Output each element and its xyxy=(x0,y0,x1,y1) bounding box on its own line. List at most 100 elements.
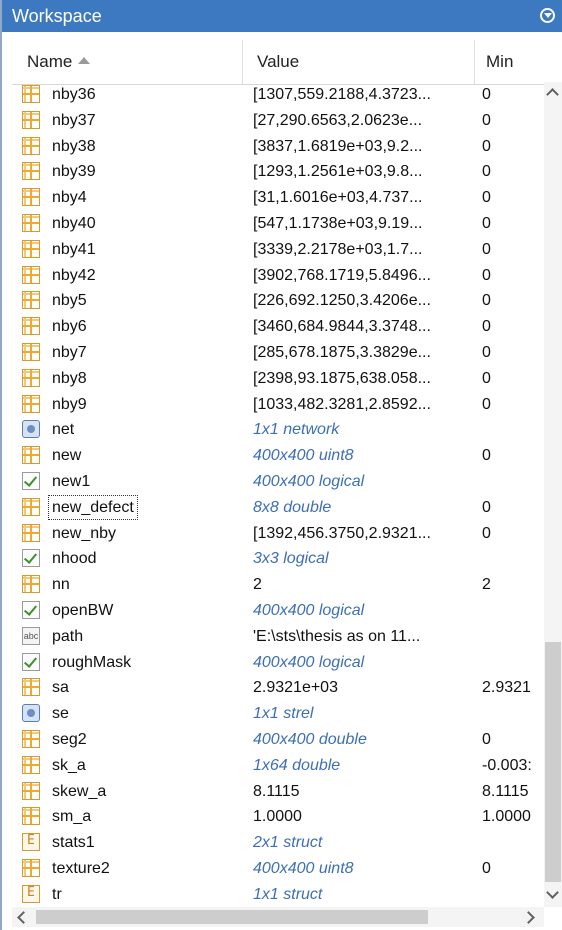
variable-name: nby6 xyxy=(52,318,87,336)
variable-row[interactable]: new_nby [1392,456.3750,2.9321... 0 xyxy=(12,521,544,547)
variable-min: 0 xyxy=(482,189,491,207)
matrix-icon xyxy=(22,214,40,232)
variable-list: nby36 [1307,559.2188,4.3723... 0 nby37 [27,2… xyxy=(12,82,544,907)
variable-row[interactable]: nn 2 2 xyxy=(12,572,544,598)
variable-min: 0 xyxy=(482,498,491,516)
variable-name: nby38 xyxy=(52,137,96,155)
matrix-icon xyxy=(22,575,40,594)
matrix-icon xyxy=(22,110,40,129)
chevron-down-circle-icon[interactable] xyxy=(540,8,555,23)
variable-row[interactable]: nby7 [285,678.1875,3.3829e... 0 xyxy=(12,340,544,366)
char-icon: abc xyxy=(22,626,40,645)
variable-value: 400x400 logical xyxy=(253,473,365,490)
variable-name: new_nby xyxy=(52,524,117,542)
variable-name: nby4 xyxy=(52,189,87,207)
variable-row[interactable]: stats1 2x1 struct xyxy=(12,830,544,856)
horizontal-scrollbar[interactable] xyxy=(12,907,544,927)
vertical-scrollbar[interactable] xyxy=(544,82,562,907)
variable-min: 0 xyxy=(482,292,491,310)
variable-row[interactable]: nby40 [547,1.1738e+03,9.19... 0 xyxy=(12,211,544,237)
variable-row[interactable]: openBW 400x400 logical xyxy=(12,598,544,624)
variable-row[interactable]: net 1x1 network xyxy=(12,417,544,443)
variable-row[interactable]: texture2 400x400 uint8 0 xyxy=(12,856,544,882)
variable-row[interactable]: se 1x1 strel xyxy=(12,701,544,727)
logical-icon xyxy=(22,652,40,671)
variable-value: 400x400 uint8 xyxy=(253,860,354,877)
panel-title: Workspace xyxy=(12,6,102,26)
matrix-icon xyxy=(22,343,40,361)
variable-row[interactable]: nby41 [3339,2.2178e+03,1.7... 0 xyxy=(12,237,544,263)
column-header-value[interactable]: Value xyxy=(243,40,475,84)
scroll-right-arrow-icon[interactable] xyxy=(522,911,535,924)
variable-value: [547,1.1738e+03,9.19... xyxy=(253,215,423,232)
vertical-scroll-thumb[interactable] xyxy=(545,642,561,882)
variable-value: 2 xyxy=(253,576,262,594)
variable-row[interactable]: nby6 [3460,684.9844,3.3748... 0 xyxy=(12,314,544,340)
matrix-icon xyxy=(22,446,40,465)
variable-value: 400x400 logical xyxy=(253,653,365,671)
column-header-value-label: Value xyxy=(257,52,300,71)
scroll-up-arrow-icon[interactable] xyxy=(546,88,559,101)
variable-row[interactable]: seg2 400x400 double 0 xyxy=(12,727,544,753)
matrix-icon xyxy=(22,730,40,748)
variable-min: -0.003: xyxy=(482,756,532,774)
variable-row[interactable]: nby9 [1033,482.3281,2.8592... 0 xyxy=(12,392,544,418)
matrix-icon xyxy=(22,523,40,542)
variable-value: [1033,482.3281,2.8592... xyxy=(253,395,431,413)
variable-min: 0 xyxy=(482,344,491,361)
variable-row[interactable]: new 400x400 uint8 0 xyxy=(12,443,544,469)
variable-value: 3x3 logical xyxy=(253,550,329,568)
column-header-min[interactable]: Min xyxy=(475,40,554,84)
matrix-icon xyxy=(22,394,40,413)
variable-name: sk_a xyxy=(52,756,86,774)
scroll-left-arrow-icon[interactable] xyxy=(17,911,30,924)
variable-row[interactable]: abc path 'E:\sts\thesis as on 11... xyxy=(12,624,544,650)
variable-row[interactable]: sm_a 1.0000 1.0000 xyxy=(12,804,544,830)
variable-row[interactable]: nby36 [1307,559.2188,4.3723... 0 xyxy=(12,82,544,108)
variable-min: 2.9321 xyxy=(482,679,531,697)
variable-row[interactable]: skew_a 8.1115 8.1115 xyxy=(12,779,544,805)
horizontal-scroll-thumb[interactable] xyxy=(36,910,428,924)
variable-name: nby42 xyxy=(52,266,96,284)
variable-row[interactable]: nby38 [3837,1.6819e+03,9.2... 0 xyxy=(12,134,544,160)
variable-row[interactable]: nby5 [226,692.1250,3.4206e... 0 xyxy=(12,288,544,314)
variable-value: [226,692.1250,3.4206e... xyxy=(253,292,431,310)
variable-min: 8.1115 xyxy=(482,782,529,800)
matrix-icon xyxy=(22,239,40,258)
variable-row[interactable]: nhood 3x3 logical xyxy=(12,546,544,572)
variable-row[interactable]: nby4 [31,1.6016e+03,4.737... 0 xyxy=(12,185,544,211)
matrix-icon xyxy=(22,678,40,697)
variable-min: 0 xyxy=(482,524,491,542)
variable-row[interactable]: sa 2.9321e+03 2.9321 xyxy=(12,675,544,701)
variable-value: [1392,456.3750,2.9321... xyxy=(253,524,431,542)
variable-value: 2x1 struct xyxy=(253,834,323,852)
variable-name: nby41 xyxy=(52,240,96,258)
matrix-icon xyxy=(22,136,40,155)
column-header: Name Value Min xyxy=(12,40,554,85)
variable-min: 0 xyxy=(482,731,491,748)
column-header-name[interactable]: Name xyxy=(12,40,243,84)
variable-value: [27,290.6563,2.0623e... xyxy=(253,111,423,129)
variable-row[interactable]: nby8 [2398,93.1875,638.058... 0 xyxy=(12,366,544,392)
variable-value: 400x400 double xyxy=(253,731,367,748)
variable-row[interactable]: new_defect 8x8 double 0 xyxy=(12,494,544,521)
variable-value: 8.1115 xyxy=(253,782,300,800)
variable-row[interactable]: nby42 [3902,768.1719,5.8496... 0 xyxy=(12,263,544,289)
variable-name: openBW xyxy=(52,602,114,619)
scroll-down-arrow-icon[interactable] xyxy=(546,886,559,899)
struct-icon xyxy=(22,833,40,852)
matrix-icon xyxy=(22,859,40,877)
variable-value: [1293,1.2561e+03,9.8... xyxy=(253,163,423,181)
variable-row[interactable]: nby39 [1293,1.2561e+03,9.8... 0 xyxy=(12,159,544,185)
variable-row[interactable]: nby37 [27,290.6563,2.0623e... 0 xyxy=(12,108,544,134)
variable-name: stats1 xyxy=(52,834,95,852)
variable-value: [2398,93.1875,638.058... xyxy=(253,369,431,387)
variable-value: [3339,2.2178e+03,1.7... xyxy=(253,240,423,258)
variable-row[interactable]: new1 400x400 logical xyxy=(12,469,544,495)
variable-name: nby7 xyxy=(52,344,87,361)
variable-name: nby39 xyxy=(52,163,96,181)
variable-min: 0 xyxy=(482,318,491,336)
variable-row[interactable]: roughMask 400x400 logical xyxy=(12,650,544,676)
variable-row[interactable]: tr 1x1 struct xyxy=(12,882,544,907)
variable-row[interactable]: sk_a 1x64 double -0.003: xyxy=(12,753,544,779)
